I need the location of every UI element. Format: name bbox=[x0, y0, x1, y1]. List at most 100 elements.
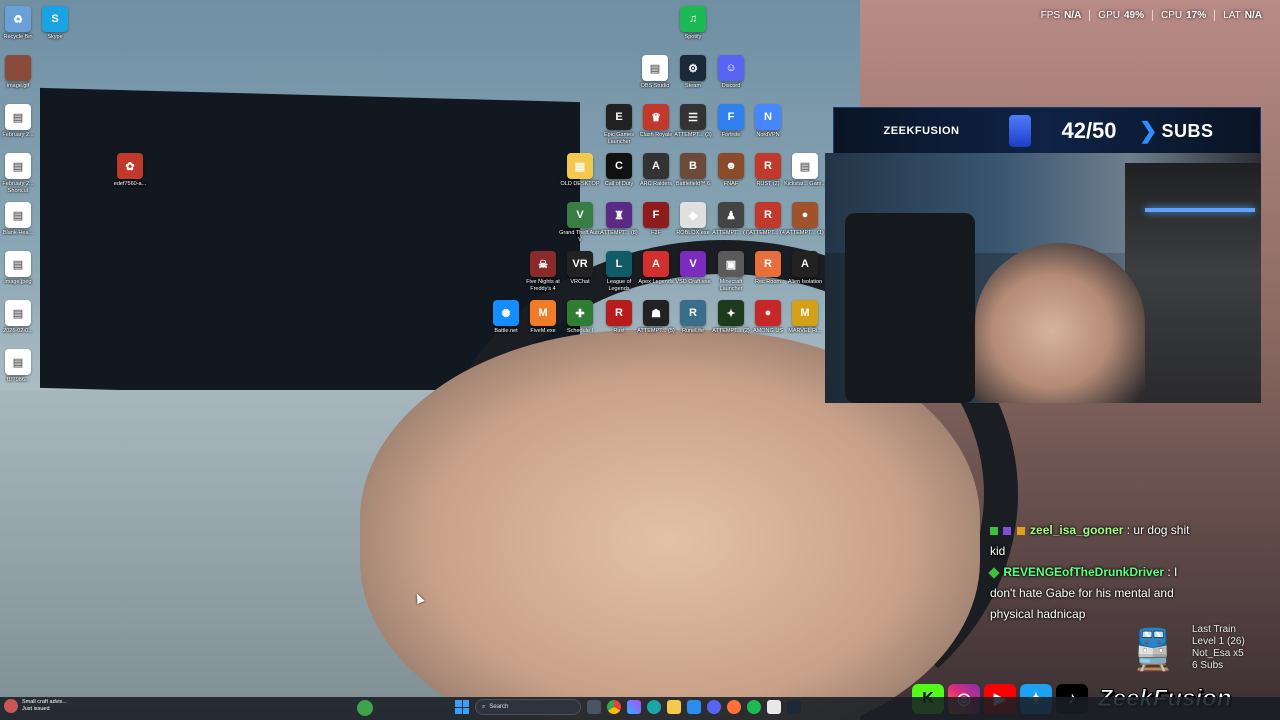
desktop-icon-image-jpeg[interactable]: ▤ image.jpeg bbox=[0, 251, 40, 286]
desktop-icon-label: February 2... Shortcut bbox=[2, 181, 34, 194]
edge-icon[interactable] bbox=[647, 700, 661, 714]
desktop-icon-schedule-i[interactable]: ✚ Schedule I bbox=[558, 300, 602, 335]
desktop-icon-skype[interactable]: S Skype bbox=[33, 6, 77, 41]
skype-icon: S bbox=[42, 6, 68, 32]
desktop-icon-label: edef7560-a... bbox=[113, 181, 147, 187]
desktop-icon-2026-02-0[interactable]: ▤ 2026-02-0... bbox=[0, 300, 40, 335]
runelite-icon: R bbox=[680, 300, 706, 326]
copilot-icon[interactable] bbox=[627, 700, 641, 714]
store-icon[interactable] bbox=[687, 700, 701, 714]
old-desktop-icon: ▤ bbox=[567, 153, 593, 179]
desktop-icon-old-desktop[interactable]: ▤ OLD DESKTOP bbox=[558, 153, 602, 188]
desktop-icon-label: Discord bbox=[721, 83, 741, 89]
hype-train-widget: 🚆 Last Train Level 1 (26) Not_Esa x5 6 S… bbox=[1128, 622, 1268, 682]
notification-title: Small craft advis... bbox=[22, 699, 67, 705]
rust-icon: R bbox=[606, 300, 632, 326]
desktop-icon-vrchat[interactable]: VR VRChat bbox=[558, 251, 602, 286]
gpu-readout: GPU 49% bbox=[1089, 10, 1152, 21]
edef7560-a-icon: ✿ bbox=[117, 153, 143, 179]
desktop-icon-label: NordVPN bbox=[756, 132, 780, 138]
fortnite-icon: F bbox=[718, 104, 744, 130]
desktop-icon-label: 2026-02-0... bbox=[3, 328, 33, 334]
desktop-icon-image-gif[interactable]: image.gif bbox=[0, 55, 40, 90]
roblox-exe-icon: ◆ bbox=[680, 202, 706, 228]
desktop-icon-spotify[interactable]: ♫ Spotify bbox=[671, 6, 715, 41]
image-gif-icon bbox=[5, 55, 31, 81]
sub-badge-icon bbox=[1003, 526, 1012, 535]
battlefield-6-icon: B bbox=[680, 153, 706, 179]
desktop-icon-grand-theft-auto-v[interactable]: V Grand Theft Auto V bbox=[558, 202, 602, 243]
hype-train-info: Last Train Level 1 (26) Not_Esa x5 6 Sub… bbox=[1192, 624, 1245, 672]
desktop-icon-label: February 2... bbox=[2, 132, 34, 138]
performance-hud: FPS N/A GPU 49% CPU 17% LAT N/A bbox=[1033, 10, 1270, 21]
attempt-7-icon: ♟ bbox=[718, 202, 744, 228]
webcam-led-strip bbox=[1145, 208, 1255, 212]
energy-can-icon bbox=[1009, 115, 1031, 147]
steam-taskbar-icon[interactable] bbox=[787, 700, 801, 714]
blank-hea-icon: ▤ bbox=[5, 202, 31, 228]
alert-icon bbox=[4, 699, 18, 713]
marvel-ri-icon: M bbox=[792, 300, 818, 326]
taskbar-apps: ⌕ Search bbox=[455, 699, 801, 715]
notepad-icon[interactable] bbox=[767, 700, 781, 714]
notification-text: Small craft advis... Just issued bbox=[22, 699, 67, 713]
desktop-icon-nordvpn[interactable]: N NordVPN bbox=[746, 104, 790, 139]
attempt-8-icon: ♜ bbox=[606, 202, 632, 228]
fivem-exe-icon: M bbox=[530, 300, 556, 326]
desktop-icon-kickstar-gam[interactable]: ▤ Kickstar... Gam... bbox=[783, 153, 827, 188]
file-explorer-icon[interactable] bbox=[667, 700, 681, 714]
desktop-icon-blank-hea[interactable]: ▤ Blank-Hea... bbox=[0, 202, 40, 237]
desktop-icon-f1f7986[interactable]: ▤ f1f7986... bbox=[0, 349, 40, 384]
february-2-shortcut-icon: ▤ bbox=[5, 153, 31, 179]
battle-net-icon: ✺ bbox=[493, 300, 519, 326]
steam-icon: ⚙ bbox=[680, 55, 706, 81]
desktop-icon-february-2-shortcut[interactable]: ▤ February 2... Shortcut bbox=[0, 153, 40, 194]
vsd-craft-exe-icon: V bbox=[680, 251, 706, 277]
five-nights-at-freddy-s-4-icon: ☠ bbox=[530, 251, 556, 277]
discord-taskbar-icon[interactable] bbox=[707, 700, 721, 714]
desktop-icon-label: Kickstar... Gam... bbox=[784, 181, 826, 187]
sub-goal-count: 42/50 bbox=[1061, 118, 1117, 143]
desktop-icon-label: MARVEL Ri... bbox=[788, 328, 822, 334]
frog-icon[interactable] bbox=[357, 700, 373, 716]
search-placeholder: Search bbox=[489, 704, 509, 710]
league-of-legends-icon: L bbox=[606, 251, 632, 277]
desktop-icon-label: Schedule I bbox=[567, 328, 593, 334]
webcam-streamer bbox=[975, 243, 1145, 403]
fnaf-icon: ☻ bbox=[718, 153, 744, 179]
rust-2-icon: R bbox=[755, 153, 781, 179]
desktop-icon-label: Blank-Hea... bbox=[2, 230, 34, 236]
taskbar-search[interactable]: ⌕ Search bbox=[475, 699, 581, 715]
start-icon[interactable] bbox=[455, 700, 469, 714]
f1f7986-icon: ▤ bbox=[5, 349, 31, 375]
notification-subtitle: Just issued bbox=[22, 706, 50, 712]
verified-badge-icon bbox=[988, 567, 1000, 579]
sub-goal-label: SUBS bbox=[1161, 120, 1214, 141]
hype-train-user: Not_Esa x5 bbox=[1192, 648, 1244, 659]
desktop-icon-discord[interactable]: ☺ Discord bbox=[709, 55, 753, 90]
chat-message: REVENGEofTheDrunkDriver : I don't hate G… bbox=[988, 562, 1190, 625]
desktop-icon-february-2[interactable]: ▤ February 2... bbox=[0, 104, 40, 139]
desktop-icon-alien-isolation[interactable]: A Alien Isolation bbox=[783, 251, 827, 286]
attempt-3-icon: ☰ bbox=[680, 104, 706, 130]
chevron-right-icon: ❯ bbox=[1139, 118, 1158, 143]
gift-badge-icon bbox=[1016, 526, 1025, 535]
f2f-icon: F bbox=[643, 202, 669, 228]
desktop-icon-edef7560-a[interactable]: ✿ edef7560-a... bbox=[108, 153, 152, 188]
schedule-i-icon: ✚ bbox=[567, 300, 593, 326]
chat-username: zeel_isa_gooner bbox=[1030, 523, 1124, 537]
grand-theft-auto-v-icon: V bbox=[567, 202, 593, 228]
chrome-icon[interactable] bbox=[607, 700, 621, 714]
chat-username: REVENGEofTheDrunkDriver bbox=[1003, 565, 1165, 579]
epic-games-launcher-icon: E bbox=[606, 104, 632, 130]
desktop-icon-marvel-ri[interactable]: M MARVEL Ri... bbox=[783, 300, 827, 335]
spotify-icon: ♫ bbox=[680, 6, 706, 32]
firefox-icon[interactable] bbox=[727, 700, 741, 714]
attempt-4-icon: R bbox=[755, 202, 781, 228]
desktop-icon-attempt-1[interactable]: ● ATTEMPT... (1) bbox=[783, 202, 827, 237]
spotify-taskbar-icon[interactable] bbox=[747, 700, 761, 714]
fps-readout: FPS N/A bbox=[1040, 10, 1082, 21]
weather-notification[interactable]: Small craft advis... Just issued bbox=[4, 699, 67, 713]
task-view-icon[interactable] bbox=[587, 700, 601, 714]
among-us-icon: ● bbox=[755, 300, 781, 326]
